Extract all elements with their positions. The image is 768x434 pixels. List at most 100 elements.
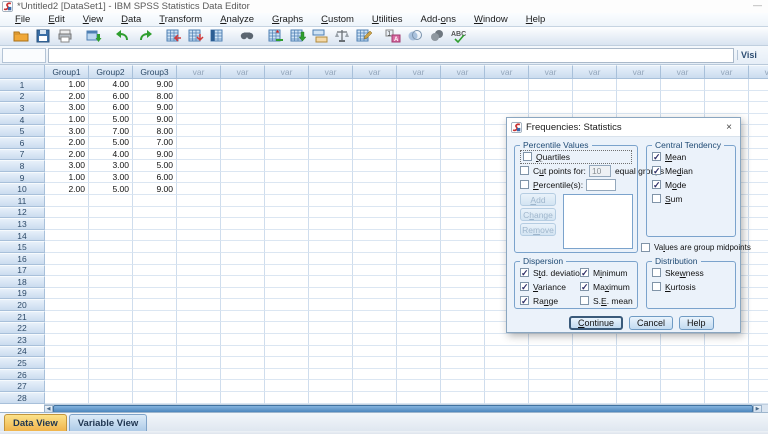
data-cell[interactable] (661, 392, 705, 404)
data-cell[interactable] (617, 368, 661, 381)
data-cell[interactable] (397, 206, 441, 219)
data-cell[interactable] (397, 368, 441, 381)
column-header-var[interactable]: var (441, 65, 485, 79)
data-cell[interactable] (353, 287, 397, 300)
column-header-var[interactable]: var (705, 65, 749, 79)
data-cell[interactable] (529, 380, 573, 393)
row-number[interactable]: 27 (0, 380, 45, 393)
kurtosis-checkbox[interactable] (652, 282, 661, 291)
data-cell[interactable] (529, 102, 573, 114)
data-cell[interactable] (353, 322, 397, 335)
data-cell[interactable] (309, 322, 353, 335)
data-cell[interactable] (221, 345, 265, 358)
data-cell[interactable] (705, 334, 749, 346)
menu-add-ons[interactable]: Add-ons (412, 14, 465, 25)
data-cell[interactable] (749, 345, 768, 358)
data-cell[interactable]: 3.00 (45, 160, 89, 172)
data-cell[interactable] (309, 345, 353, 358)
data-cell[interactable] (353, 345, 397, 358)
data-cell[interactable]: 6.00 (89, 90, 133, 103)
data-cell[interactable] (353, 113, 397, 126)
data-cell[interactable] (749, 264, 768, 277)
data-cell[interactable] (221, 310, 265, 323)
data-cell[interactable] (45, 368, 89, 381)
column-header-group3[interactable]: Group3 (133, 65, 177, 79)
split-file-icon[interactable] (310, 28, 330, 45)
data-cell[interactable]: 5.00 (133, 160, 177, 172)
data-cell[interactable] (749, 148, 768, 161)
data-cell[interactable] (133, 380, 177, 393)
data-cell[interactable] (265, 264, 309, 277)
row-number[interactable]: 9 (0, 171, 45, 184)
cell-editor[interactable] (48, 47, 734, 63)
data-cell[interactable]: 1.00 (45, 171, 89, 184)
data-cell[interactable] (89, 380, 133, 393)
data-cell[interactable] (661, 368, 705, 381)
data-cell[interactable] (485, 380, 529, 393)
data-cell[interactable] (573, 357, 617, 369)
data-cell[interactable] (45, 392, 89, 404)
data-cell[interactable] (397, 357, 441, 369)
column-header-var[interactable]: var (397, 65, 441, 79)
menu-data[interactable]: Data (112, 14, 150, 25)
data-cell[interactable] (397, 113, 441, 126)
data-cell[interactable] (221, 113, 265, 126)
data-cell[interactable] (177, 148, 221, 161)
menu-custom[interactable]: Custom (312, 14, 363, 25)
data-cell[interactable] (177, 125, 221, 137)
tab-data-view[interactable]: Data View (4, 414, 67, 431)
data-cell[interactable] (397, 218, 441, 230)
data-cell[interactable] (133, 206, 177, 219)
row-number[interactable]: 26 (0, 368, 45, 381)
row-number[interactable]: 20 (0, 299, 45, 311)
data-cell[interactable] (177, 392, 221, 404)
data-cell[interactable]: 2.00 (45, 90, 89, 103)
data-cell[interactable] (353, 380, 397, 393)
data-cell[interactable] (265, 171, 309, 184)
data-cell[interactable] (89, 229, 133, 242)
data-cell[interactable] (177, 90, 221, 103)
data-cell[interactable] (749, 334, 768, 346)
data-cell[interactable] (309, 380, 353, 393)
data-cell[interactable] (221, 206, 265, 219)
data-cell[interactable] (353, 368, 397, 381)
row-number[interactable]: 25 (0, 357, 45, 369)
sum-checkbox[interactable] (652, 194, 661, 203)
data-cell[interactable] (705, 345, 749, 358)
data-cell[interactable] (265, 113, 309, 126)
variables-icon[interactable] (208, 28, 228, 45)
data-cell[interactable] (45, 241, 89, 253)
data-cell[interactable]: 3.00 (45, 102, 89, 114)
data-cell[interactable] (661, 357, 705, 369)
data-cell[interactable] (441, 125, 485, 137)
data-cell[interactable] (177, 218, 221, 230)
data-cell[interactable] (529, 334, 573, 346)
data-cell[interactable]: 2.00 (45, 148, 89, 161)
data-cell[interactable] (221, 368, 265, 381)
data-cell[interactable] (309, 241, 353, 253)
data-cell[interactable] (177, 194, 221, 207)
data-cell[interactable] (397, 392, 441, 404)
data-cell[interactable] (89, 368, 133, 381)
data-cell[interactable] (573, 345, 617, 358)
data-cell[interactable] (309, 183, 353, 195)
data-cell[interactable] (133, 392, 177, 404)
data-cell[interactable] (309, 113, 353, 126)
weight-cases-icon[interactable] (332, 28, 352, 45)
data-cell[interactable] (265, 392, 309, 404)
column-header-group2[interactable]: Group2 (89, 65, 133, 79)
cell-reference-box[interactable] (2, 47, 46, 63)
data-cell[interactable] (441, 113, 485, 126)
data-cell[interactable] (89, 299, 133, 311)
data-cell[interactable] (617, 90, 661, 103)
data-cell[interactable] (221, 392, 265, 404)
data-cell[interactable] (617, 79, 661, 91)
data-cell[interactable] (45, 264, 89, 277)
dialog-title-bar[interactable]: Frequencies: Statistics × (507, 118, 740, 137)
data-cell[interactable] (353, 206, 397, 219)
row-number[interactable]: 12 (0, 206, 45, 219)
data-cell[interactable] (177, 252, 221, 265)
data-cell[interactable] (397, 79, 441, 91)
data-cell[interactable] (265, 160, 309, 172)
column-header-var[interactable]: var (617, 65, 661, 79)
